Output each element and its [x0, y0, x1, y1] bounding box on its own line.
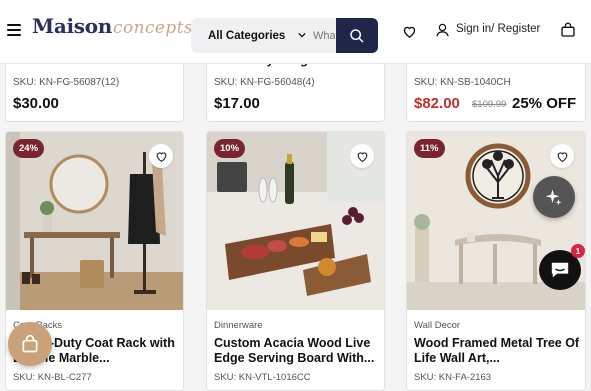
product-title[interactable]: Wood Framed Metal Tree Of Life Wall Art,… [414, 336, 582, 366]
discount-badge: 11% [414, 139, 445, 158]
site-header: Maison concepts All Categories Sign in/ … [0, 0, 591, 64]
search-bar: All Categories [191, 18, 378, 53]
discount-label: 25% OFF [512, 95, 577, 112]
product-card-serving-board[interactable]: 10% Dinnerware Custom Acacia Wood Live E… [206, 131, 385, 391]
floating-cart-button[interactable] [8, 322, 52, 366]
wishlist-heart-icon[interactable] [350, 144, 374, 168]
wishlist-heart-icon[interactable] [550, 144, 574, 168]
product-title[interactable]: Custom Acacia Wood Live Edge Serving Boa… [214, 336, 382, 366]
product-original-price: $109.99 [472, 99, 507, 110]
signin-link[interactable]: Sign in/ Register [456, 23, 540, 35]
shopping-bag-icon [22, 334, 38, 353]
search-input[interactable] [313, 18, 335, 53]
ai-assistant-button[interactable] [533, 176, 575, 218]
logo-script: concepts [113, 18, 193, 38]
chat-unread-badge: 1 [571, 244, 585, 258]
product-sale-price: $82.00 [414, 95, 460, 112]
search-button[interactable] [336, 18, 378, 53]
search-icon [350, 28, 364, 43]
chat-bubble-icon [551, 262, 569, 278]
category-select-value: All Categories [208, 29, 286, 42]
product-sku: SKU: KN-FG-56048(4) [214, 77, 315, 88]
chevron-down-icon [298, 30, 306, 41]
logo-wordmark: Maison [32, 14, 113, 38]
product-sku: SKU: KN-BL-C277 [13, 372, 92, 383]
wishlist-heart-icon[interactable] [149, 144, 173, 168]
product-sku: SKU: KN-VTL-1016CC [214, 372, 311, 383]
category-select[interactable]: All Categories [191, 18, 309, 53]
product-sku: SKU: KN-FA-2163 [414, 372, 492, 383]
product-price: $17.00 [214, 95, 260, 112]
cart-bag-icon[interactable] [560, 22, 576, 43]
site-logo[interactable]: Maison concepts [32, 14, 193, 46]
product-category[interactable]: Wall Decor [414, 320, 460, 331]
wishlist-heart-icon[interactable] [402, 24, 417, 44]
product-sku: SKU: KN-FG-56087(12) [13, 77, 120, 88]
product-sku: SKU: KN-SB-1040CH [414, 77, 511, 88]
sparkle-icon [545, 189, 562, 206]
discount-badge: 24% [13, 139, 45, 158]
discount-badge: 10% [214, 139, 246, 158]
menu-icon[interactable] [7, 24, 21, 36]
user-icon[interactable] [435, 22, 450, 43]
product-category[interactable]: Dinnerware [214, 320, 263, 331]
product-price: $30.00 [13, 95, 59, 112]
